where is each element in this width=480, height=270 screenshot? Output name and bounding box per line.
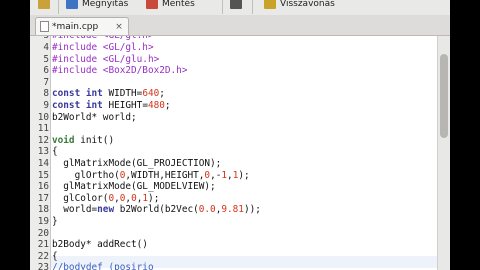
code-text: b2World* world; xyxy=(52,112,137,124)
undo-button-label: Visszavonás xyxy=(280,0,335,9)
close-tab-icon[interactable]: × xyxy=(113,21,125,33)
toolbar-divider xyxy=(252,0,253,14)
code-editor[interactable]: 3#include <GL/gl.h>4#include <GL/gl.h>5#… xyxy=(30,36,450,270)
code-text: } xyxy=(52,216,58,228)
code-text: { xyxy=(52,251,58,263)
new-file-icon xyxy=(38,0,50,9)
code-text: const int HEIGHT=480; xyxy=(52,100,171,112)
code-token: #include <GL/glu.h> xyxy=(52,53,160,65)
save-button[interactable]: Mentés xyxy=(146,0,195,11)
code-text: { xyxy=(52,146,58,158)
line-number: 20 xyxy=(37,227,49,239)
code-token: const int xyxy=(52,100,109,111)
tab-main-cpp[interactable]: *main.cpp × xyxy=(35,17,129,35)
code-token: init() xyxy=(80,134,115,146)
code-token: ); xyxy=(148,192,160,204)
code-token: glMatrixMode(GL_PROJECTION); xyxy=(52,158,222,169)
code-token: const int xyxy=(52,88,109,100)
line-number: 15 xyxy=(37,169,49,181)
code-token: b2Body* addRect() xyxy=(52,239,148,251)
editor-window: Megnyitás Mentés Visszavonás *main.cpp ×… xyxy=(30,0,450,270)
line-number: 14 xyxy=(37,158,49,169)
scrollbar-thumb[interactable] xyxy=(440,54,448,138)
open-folder-icon xyxy=(66,0,78,9)
toolbar-divider xyxy=(222,0,223,14)
line-number: 19 xyxy=(37,216,49,227)
code-token: glColor( xyxy=(52,192,109,204)
open-button-label: Megnyitás xyxy=(82,0,129,9)
code-token: void xyxy=(52,134,81,146)
code-text: b2Body* addRect() xyxy=(52,239,148,251)
code-token: ,WIDTH,HEIGHT, xyxy=(125,169,205,181)
code-token: )); xyxy=(243,204,261,216)
code-text: glColor(0,0,0,1); xyxy=(52,193,159,205)
print-button[interactable] xyxy=(230,0,242,11)
code-token: 480 xyxy=(147,100,165,111)
code-text: //bodydef (posirio xyxy=(52,262,154,270)
code-token: b2World* world; xyxy=(52,111,137,123)
code-token: { xyxy=(52,146,58,158)
open-button[interactable]: Megnyitás xyxy=(66,0,128,11)
line-number: 13 xyxy=(37,146,49,158)
line-number: 8 xyxy=(43,88,49,100)
code-token: 0.0 xyxy=(198,204,216,216)
save-icon xyxy=(146,0,158,9)
code-text: #include <GL/glu.h> xyxy=(52,54,159,66)
code-token: { xyxy=(52,250,58,262)
new-file-button[interactable] xyxy=(38,0,50,11)
line-number: 16 xyxy=(37,181,49,193)
line-number: 9 xyxy=(43,100,49,111)
line-number: 18 xyxy=(37,204,49,216)
vertical-scrollbar[interactable] xyxy=(437,36,450,270)
code-token: #include <GL/gl.h> xyxy=(52,36,154,41)
code-text: #include <GL/gl.h> xyxy=(52,42,154,54)
tab-title: *main.cpp xyxy=(52,21,99,32)
code-token: } xyxy=(52,216,58,227)
toolbar: Megnyitás Mentés Visszavonás xyxy=(30,0,450,16)
code-token: glOrtho( xyxy=(52,169,120,181)
file-icon xyxy=(40,21,49,32)
code-token: //bodydef (posirio xyxy=(52,262,154,270)
code-text: glMatrixMode(GL_MODELVIEW); xyxy=(52,181,216,193)
tab-bar: *main.cpp × xyxy=(30,15,450,36)
code-token: ; xyxy=(164,100,171,111)
code-token: 9.81 xyxy=(221,204,244,216)
code-text: world=new b2World(b2Vec(0.0,9.81)); xyxy=(52,204,261,216)
line-number: 11 xyxy=(37,123,49,135)
code-token: 640 xyxy=(142,88,160,100)
code-text: glOrtho(0,WIDTH,HEIGHT,0,-1,1); xyxy=(52,170,250,182)
code-token: #include <Box2D/Box2D.h> xyxy=(52,65,188,77)
line-number: 7 xyxy=(43,76,49,88)
line-number: 5 xyxy=(43,53,49,65)
code-text: const int WIDTH=640; xyxy=(52,88,165,100)
code-token: #include <GL/gl.h> xyxy=(52,42,154,53)
line-number: 17 xyxy=(37,192,49,204)
save-button-label: Mentés xyxy=(162,0,195,9)
code-token: ); xyxy=(238,169,250,181)
code-token: glMatrixMode(GL_MODELVIEW); xyxy=(52,181,216,193)
code-text: glMatrixMode(GL_PROJECTION); xyxy=(52,158,221,170)
line-number: 23 xyxy=(37,262,49,270)
code-token: HEIGHT= xyxy=(108,100,148,111)
line-number: 22 xyxy=(37,250,49,262)
code-token: ; xyxy=(159,88,165,100)
code-token: b2World(b2Vec( xyxy=(119,204,199,216)
print-icon xyxy=(230,0,242,9)
line-number: 12 xyxy=(37,134,49,146)
undo-button[interactable]: Visszavonás xyxy=(264,0,335,11)
code-token: world= xyxy=(52,204,98,216)
code-text: void init() xyxy=(52,135,114,147)
code-text: #include <Box2D/Box2D.h> xyxy=(52,65,187,77)
line-number: 21 xyxy=(37,239,49,251)
toolbar-divider xyxy=(58,0,59,14)
code-token: new xyxy=(97,204,120,216)
code-token: WIDTH= xyxy=(108,88,143,100)
code-token: ,- xyxy=(210,169,222,181)
line-number: 6 xyxy=(43,65,49,77)
undo-icon xyxy=(264,0,276,9)
line-number: 4 xyxy=(43,42,49,53)
line-number: 10 xyxy=(37,111,49,123)
